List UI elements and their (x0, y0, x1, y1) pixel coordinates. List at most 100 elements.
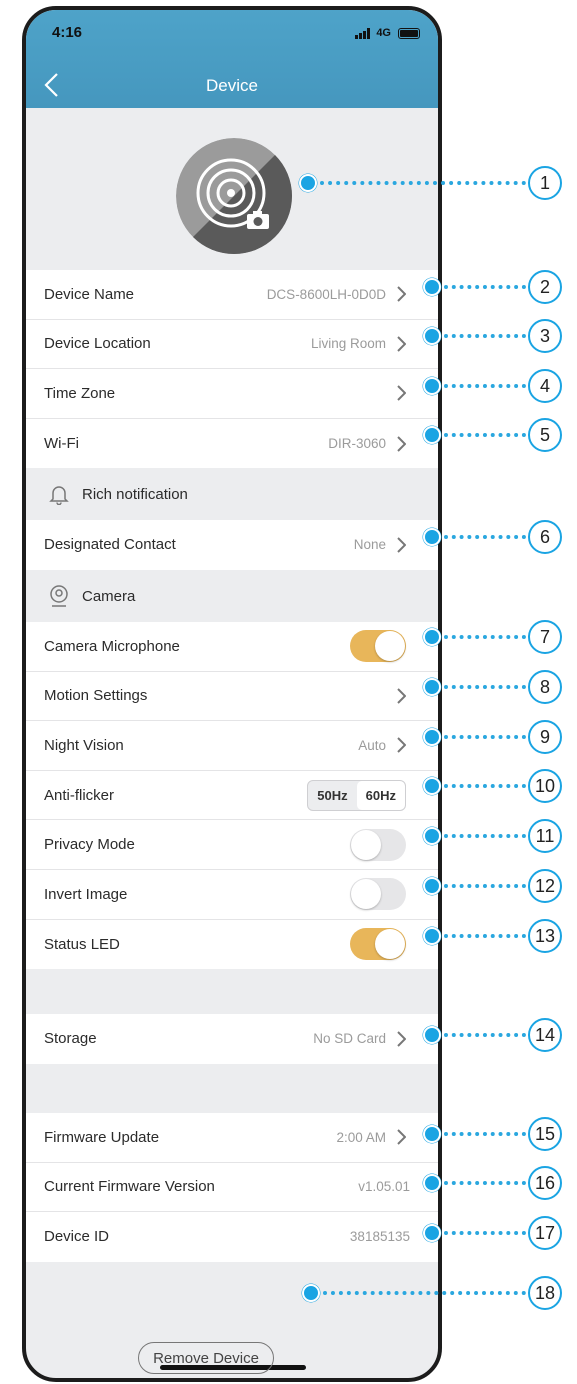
current-firmware-version-value: v1.05.01 (358, 1179, 410, 1195)
device-id-value: 38185135 (349, 1229, 410, 1245)
night-vision-row[interactable]: Night Vision Auto (26, 721, 438, 771)
callout-dotted-line (323, 1291, 526, 1295)
callout-dotted-line (444, 934, 526, 938)
callout-number-5: 5 (528, 418, 562, 452)
camera-microphone-row: Camera Microphone (26, 622, 438, 672)
wifi-value: DIR-3060 (328, 436, 386, 452)
callout-dot (299, 174, 317, 192)
signal-icon (355, 27, 371, 39)
anti-flicker-60hz-option[interactable]: 60Hz (356, 780, 405, 810)
current-firmware-version-label: Current Firmware Version (44, 1178, 215, 1196)
callout-dot (423, 1125, 441, 1143)
callout-dot (423, 1174, 441, 1192)
remove-device-button[interactable]: Remove Device (138, 1342, 274, 1374)
callout-number-15: 15 (528, 1117, 562, 1151)
chevron-right-icon (397, 385, 406, 402)
camera-section: Camera (26, 570, 438, 622)
wifi-label: Wi-Fi (44, 435, 79, 453)
callout-number-12: 12 (528, 869, 562, 903)
current-firmware-version-row: Current Firmware Version v1.05.01 (26, 1162, 438, 1213)
callout-dotted-line (444, 384, 526, 388)
callout-number-16: 16 (528, 1166, 562, 1200)
time-zone-label: Time Zone (44, 384, 116, 402)
motion-settings-label: Motion Settings (44, 687, 148, 705)
callout-dot (423, 827, 441, 845)
device-camera-avatar-icon[interactable] (176, 138, 292, 254)
callout-dotted-line (444, 1132, 526, 1136)
callout-dot (423, 927, 441, 945)
camera-microphone-label: Camera Microphone (44, 637, 180, 655)
camera-icon (50, 585, 68, 607)
firmware-update-value: 2:00 AM (336, 1129, 386, 1145)
callout-dotted-line (444, 735, 526, 739)
designated-contact-label: Designated Contact (44, 536, 176, 554)
privacy-mode-row: Privacy Mode (26, 820, 438, 870)
callout-number-14: 14 (528, 1018, 562, 1052)
callout-dotted-line (444, 535, 526, 539)
wifi-row[interactable]: Wi-Fi DIR-3060 (26, 418, 438, 469)
callout-number-9: 9 (528, 720, 562, 754)
storage-group: Storage No SD Card (26, 1014, 438, 1064)
device-name-value: DCS-8600LH-0D0D (266, 286, 386, 302)
callout-number-13: 13 (528, 919, 562, 953)
callout-dot (423, 777, 441, 795)
chevron-right-icon (397, 336, 406, 352)
chevron-right-icon (397, 435, 406, 452)
callout-dotted-line (444, 1033, 526, 1037)
status-led-row: Status LED (26, 919, 438, 970)
status-led-label: Status LED (44, 935, 120, 953)
firmware-update-label: Firmware Update (44, 1128, 160, 1146)
device-id-label: Device ID (44, 1228, 110, 1246)
device-image-area (26, 108, 438, 270)
camera-section-label: Camera (82, 587, 136, 605)
callout-number-8: 8 (528, 670, 562, 704)
callout-dotted-line (444, 1231, 526, 1235)
motion-settings-row[interactable]: Motion Settings (26, 671, 438, 722)
invert-image-label: Invert Image (44, 885, 128, 903)
privacy-mode-label: Privacy Mode (44, 836, 135, 854)
battery-icon (398, 27, 420, 39)
header-bar: 4:16 4G Device (26, 10, 438, 108)
firmware-update-row[interactable]: Firmware Update 2:00 AM (26, 1113, 438, 1163)
callout-dotted-line (444, 334, 526, 338)
time-zone-row[interactable]: Time Zone (26, 369, 438, 419)
device-settings-group: Device Name DCS-8600LH-0D0D Device Locat… (26, 270, 438, 469)
invert-image-toggle[interactable] (350, 878, 406, 911)
firmware-group: Firmware Update 2:00 AM Current Firmware… (26, 1113, 438, 1262)
status-led-toggle[interactable] (350, 928, 406, 961)
device-location-row[interactable]: Device Location Living Room (26, 319, 438, 370)
callout-dotted-line (444, 1181, 526, 1185)
chevron-right-icon (397, 537, 406, 553)
status-time: 4:16 (52, 24, 83, 41)
designated-contact-row[interactable]: Designated Contact None (26, 520, 438, 570)
privacy-mode-toggle[interactable] (350, 828, 406, 861)
callout-dot (423, 528, 441, 546)
callout-dot (423, 1224, 441, 1242)
bell-icon (49, 486, 69, 505)
chevron-right-icon (397, 1129, 406, 1146)
callout-dotted-line (444, 834, 526, 838)
callout-number-18: 18 (528, 1276, 562, 1310)
callout-number-10: 10 (528, 769, 562, 803)
anti-flicker-50hz-option[interactable]: 50Hz (308, 781, 356, 810)
camera-settings-group: Camera Microphone Motion Settings Night … (26, 622, 438, 970)
callout-dot (423, 426, 441, 444)
storage-row[interactable]: Storage No SD Card (26, 1014, 438, 1064)
device-location-value: Living Room (310, 336, 386, 352)
chevron-right-icon (397, 286, 406, 303)
callout-dot (423, 877, 441, 895)
callout-dot (423, 728, 441, 746)
status-indicators: 4G (355, 27, 420, 39)
device-name-row[interactable]: Device Name DCS-8600LH-0D0D (26, 270, 438, 320)
callout-number-1: 1 (528, 166, 562, 200)
camera-microphone-toggle[interactable] (350, 630, 406, 663)
callout-dot (423, 327, 441, 345)
device-location-label: Device Location (44, 335, 151, 353)
callout-number-7: 7 (528, 620, 562, 654)
callout-dotted-line (444, 635, 526, 639)
callout-number-4: 4 (528, 369, 562, 403)
callout-dotted-line (320, 181, 526, 185)
storage-label: Storage (44, 1030, 97, 1048)
notification-group: Designated Contact None (26, 520, 438, 570)
callout-dotted-line (444, 784, 526, 788)
